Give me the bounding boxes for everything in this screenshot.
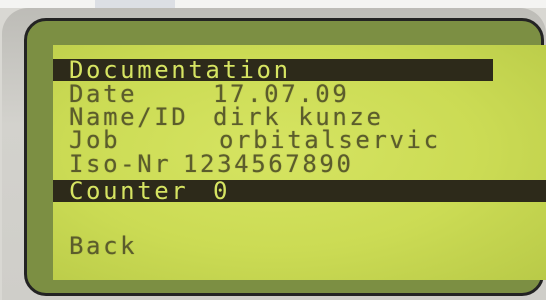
back-label: Back [69,232,138,260]
menu-item-job[interactable]: Job orbitalservic [53,126,546,154]
top-strip [0,0,546,8]
menu-item-date[interactable]: Date 17.07.09 [53,80,546,108]
counter-value: 0 [213,177,231,205]
screen-title-bar: Documentation [53,56,493,84]
iso-nr-value: 1234567890 [183,150,354,178]
menu-item-iso-nr[interactable]: Iso-Nr 1234567890 [53,150,546,178]
top-reflection [95,0,175,8]
screen-title: Documentation [69,56,291,84]
date-value: 17.07.09 [213,80,350,108]
name-id-label: Name/ID [69,103,189,131]
counter-label: Counter [69,177,189,205]
job-label: Job [69,126,121,154]
menu-item-counter-selected[interactable]: Counter 0 [53,177,546,205]
iso-nr-label: Iso-Nr [69,150,172,178]
date-label: Date [69,80,138,108]
job-value: orbitalservic [219,126,441,154]
back-button[interactable]: Back [53,232,546,260]
lcd-screen: Documentation Date 17.07.09 Name/ID dirk… [53,45,546,280]
menu-item-name-id[interactable]: Name/ID dirk kunze [53,103,546,131]
name-id-value: dirk kunze [213,103,384,131]
